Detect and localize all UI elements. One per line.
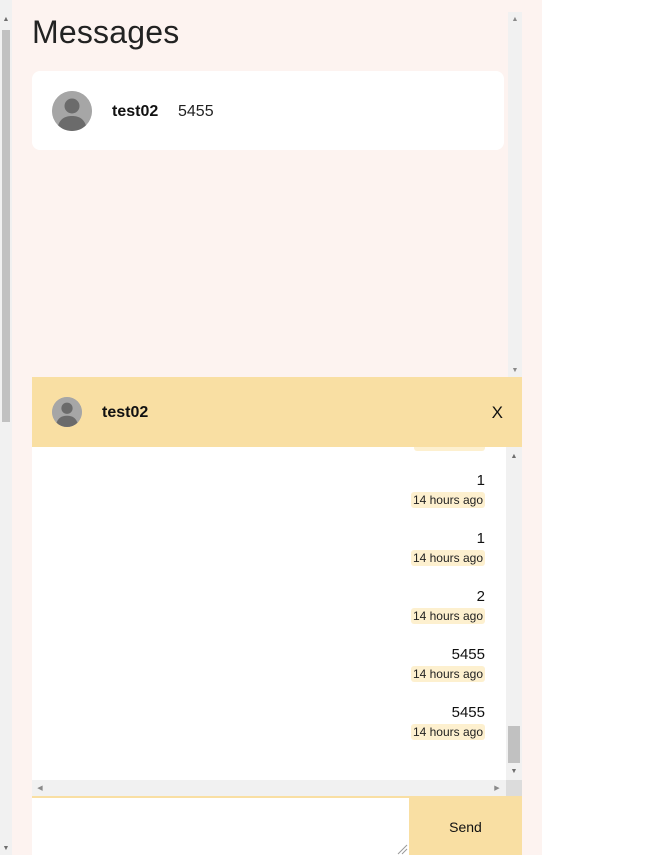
conversation-list-scrollbar[interactable]: ▲ ▼	[508, 12, 522, 377]
chat-message: 1 14 hours ago	[410, 530, 485, 567]
message-text: 5455	[451, 646, 485, 663]
scrollbar-corner	[506, 780, 522, 796]
scroll-left-arrow-icon[interactable]: ◀	[33, 780, 47, 796]
message-time: 14 hours ago	[410, 724, 485, 740]
scroll-up-arrow-icon[interactable]: ▲	[0, 12, 12, 26]
message-time: 14 hours ago	[410, 492, 485, 508]
send-button[interactable]: Send	[409, 798, 522, 855]
message-text: 1	[476, 530, 485, 547]
chat-scrollbar-thumb[interactable]	[508, 726, 520, 763]
scroll-down-arrow-icon[interactable]: ▼	[506, 764, 522, 778]
message-time: 14 hours ago	[410, 666, 485, 682]
close-chat-button[interactable]: X	[492, 403, 503, 423]
message-time: 14 hours ago	[410, 550, 485, 566]
page-scrollbar-thumb[interactable]	[2, 30, 10, 422]
message-text: 5455	[451, 704, 485, 721]
chat-message: 5455 14 hours ago	[410, 646, 485, 683]
chat-message: 5455 14 hours ago	[410, 704, 485, 741]
chat-vertical-scrollbar[interactable]: ▲ ▼	[506, 447, 522, 780]
scroll-up-arrow-icon[interactable]: ▲	[508, 12, 522, 26]
default-user-avatar-icon	[52, 397, 82, 427]
message-text: 1	[476, 472, 485, 489]
chat-contact-name: test02	[102, 404, 149, 421]
scroll-down-arrow-icon[interactable]: ▼	[0, 841, 12, 855]
message-input[interactable]	[32, 798, 409, 855]
chat-messages[interactable]: 1 14 hours ago 1 14 hours ago 2 14 hours…	[32, 447, 522, 796]
chat-message: 1 14 hours ago	[410, 472, 485, 509]
avatar	[52, 397, 82, 427]
conversation-preview: 5455	[178, 103, 214, 120]
page-scrollbar[interactable]: ▲ ▼	[0, 0, 12, 855]
conversation-item[interactable]: test02 5455	[32, 71, 504, 150]
chat-message: 2 14 hours ago	[410, 588, 485, 625]
message-time-partial	[414, 447, 485, 451]
page-title: Messages	[32, 14, 180, 50]
avatar	[52, 91, 92, 131]
scroll-right-arrow-icon[interactable]: ▶	[490, 780, 504, 796]
chat-header: test02 X	[32, 377, 522, 447]
resize-grip-icon[interactable]	[396, 843, 408, 855]
chat-horizontal-scrollbar[interactable]: ◀ ▶	[32, 780, 506, 796]
conversation-name: test02	[112, 103, 159, 120]
default-user-avatar-icon	[52, 91, 92, 131]
message-compose: Send	[32, 796, 522, 855]
messages-pane: Messages ▲ ▼ test02 5455 test02 X 1 14 h…	[12, 0, 542, 855]
message-text: 2	[476, 588, 485, 605]
message-time: 14 hours ago	[410, 608, 485, 624]
scroll-down-arrow-icon[interactable]: ▼	[508, 363, 522, 377]
scroll-up-arrow-icon[interactable]: ▲	[506, 449, 522, 463]
